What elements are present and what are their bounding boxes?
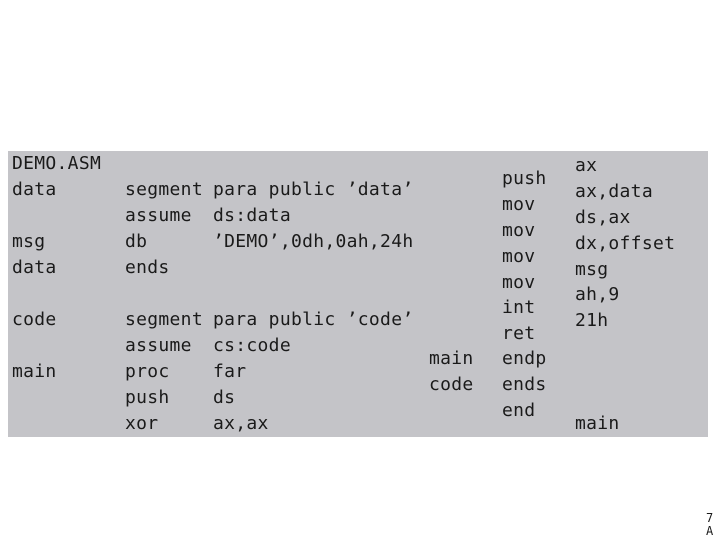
file-name: DEMO.ASM <box>12 153 102 174</box>
operand-cell: far <box>213 361 247 382</box>
mnemonic-cell: ends <box>502 374 547 395</box>
label-cell: code <box>12 309 57 330</box>
page-number: 7 A <box>706 511 714 538</box>
mnemonic-cell: mov <box>502 194 536 215</box>
directive-cell: segment <box>125 309 203 330</box>
operand-cell: ds:data <box>213 205 291 226</box>
label-cell: data <box>12 257 57 278</box>
operand-cell: cs:code <box>213 335 291 356</box>
operand-cell: 21h <box>575 310 609 331</box>
directive-cell: segment <box>125 179 203 200</box>
operand-cell: ds,ax <box>575 207 631 228</box>
mnemonic-cell: mov <box>502 220 536 241</box>
mnemonic-cell: ret <box>502 323 536 344</box>
directive-cell: assume <box>125 335 192 356</box>
proc-end-label: main <box>429 348 474 369</box>
directive-cell: assume <box>125 205 192 226</box>
mnemonic-cell: push <box>502 168 547 189</box>
segment-end-label: code <box>429 374 474 395</box>
operand-cell: ax <box>575 155 598 176</box>
operand-cell: main <box>575 413 620 434</box>
mnemonic-cell: endp <box>502 348 547 369</box>
label-cell: msg <box>12 231 46 252</box>
directive-cell: push <box>125 387 170 408</box>
mnemonic-cell: mov <box>502 246 536 267</box>
operand-cell: dx,offset <box>575 233 676 254</box>
label-cell: data <box>12 179 57 200</box>
operand-cell: ah,9 <box>575 284 620 305</box>
operand-cell: ax,ax <box>213 413 269 434</box>
mnemonic-cell: end <box>502 400 536 421</box>
operand-cell: ds <box>213 387 236 408</box>
operand-cell: para public ’code’ <box>213 309 414 330</box>
directive-cell: db <box>125 231 148 252</box>
directive-cell: ends <box>125 257 170 278</box>
mnemonic-cell: int <box>502 297 536 318</box>
operand-cell: para public ’data’ <box>213 179 414 200</box>
operand-cell: msg <box>575 259 609 280</box>
code-listing-panel: DEMO.ASM data segment para public ’data’… <box>8 151 708 437</box>
directive-cell: proc <box>125 361 170 382</box>
label-cell: main <box>12 361 57 382</box>
operand-cell: ax,data <box>575 181 653 202</box>
operand-cell: ’DEMO’,0dh,0ah,24h <box>213 231 414 252</box>
mnemonic-cell: mov <box>502 272 536 293</box>
directive-cell: xor <box>125 413 159 434</box>
